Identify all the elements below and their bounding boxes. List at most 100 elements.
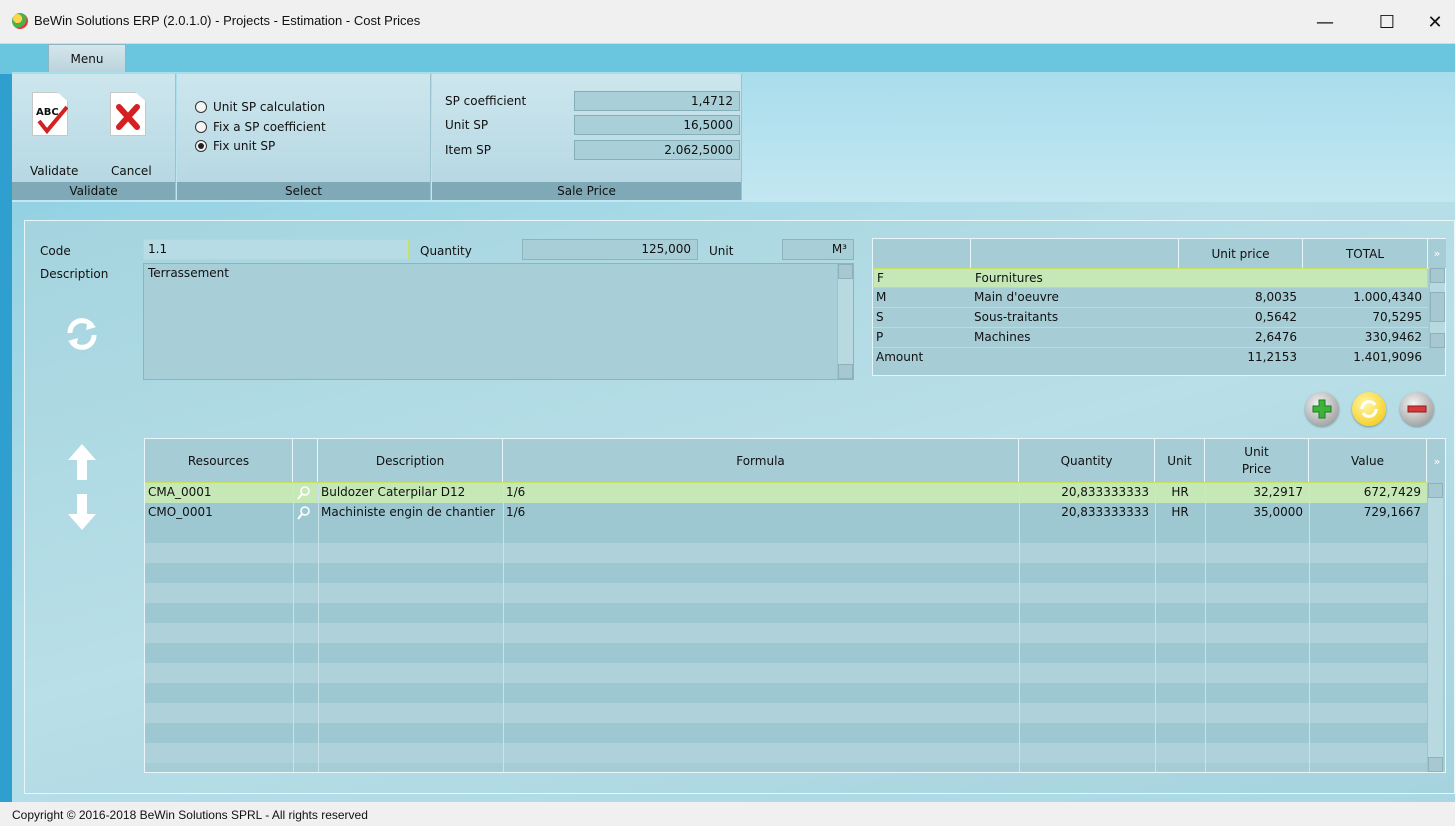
description-textarea[interactable]: Terrassement	[143, 263, 854, 380]
minus-icon	[1407, 405, 1427, 413]
window-title: BeWin Solutions ERP (2.0.1.0) - Projects…	[34, 13, 421, 28]
summary-header-code	[873, 239, 971, 269]
summary-header-total: TOTAL	[1303, 239, 1428, 269]
summary-row-fournitures[interactable]: F Fournitures	[873, 268, 1428, 288]
row-code: M	[876, 290, 887, 304]
radio-label: Unit SP calculation	[213, 100, 326, 114]
resource-row-cma-0001[interactable]: CMA_0001 Buldozer Caterpilar D12 1/6 20,…	[145, 482, 1428, 504]
resource-quantity: 20,833333333	[1061, 485, 1149, 499]
radio-circle[interactable]	[195, 121, 207, 133]
validate-group: ABC Validate Cancel Validate	[12, 74, 176, 200]
col-header-resources[interactable]: Resources	[145, 439, 293, 483]
scroll-up-icon[interactable]	[1430, 268, 1445, 283]
refresh-icon[interactable]	[64, 316, 100, 352]
resource-value: 729,1667	[1363, 505, 1421, 519]
app-logo-icon	[12, 13, 28, 29]
empty-row	[145, 743, 1427, 763]
code-input[interactable]: 1.1	[143, 239, 409, 260]
col-header-formula[interactable]: Formula	[503, 439, 1019, 483]
resource-formula[interactable]: 1/6	[503, 483, 1019, 503]
empty-row	[145, 603, 1427, 623]
col-header-value[interactable]: Value	[1309, 439, 1427, 483]
unit-input[interactable]: M³	[782, 239, 854, 260]
row-name: Sous-traitants	[974, 310, 1059, 324]
item-sp-field[interactable]: 2.062,5000	[574, 140, 740, 160]
summary-row-machines[interactable]: P Machines 2,6476 330,9462	[873, 328, 1428, 348]
col-header-quantity[interactable]: Quantity	[1019, 439, 1155, 483]
amount-unit-price: 11,2153	[1247, 350, 1297, 364]
quantity-input[interactable]: 125,000	[522, 239, 698, 260]
sync-icon	[1360, 400, 1378, 418]
scroll-down-icon[interactable]	[1430, 333, 1445, 348]
description-label: Description	[40, 267, 109, 281]
summary-scrollbar[interactable]	[1429, 268, 1445, 348]
select-group: Unit SP calculation Fix a SP coefficient…	[177, 74, 431, 200]
refresh-rows-button[interactable]	[1352, 392, 1386, 426]
summary-row-main-doeuvre[interactable]: M Main d'oeuvre 8,0035 1.000,4340	[873, 288, 1428, 308]
resource-row-cmo-0001[interactable]: CMO_0001 Machiniste engin de chantier 1/…	[145, 503, 1427, 523]
col-divider	[318, 483, 319, 772]
col-divider	[1205, 483, 1206, 772]
row-total: 1.000,4340	[1353, 290, 1422, 304]
description-scrollbar[interactable]	[837, 264, 853, 379]
resource-unit-price: 32,2917	[1253, 485, 1303, 499]
move-down-arrow-icon[interactable]	[66, 492, 98, 532]
row-total: 70,5295	[1372, 310, 1422, 324]
resource-description: Buldozer Caterpilar D12	[321, 485, 466, 499]
row-unit-price: 0,5642	[1255, 310, 1297, 324]
validate-button[interactable]: ABC Validate	[20, 84, 80, 184]
lookup-magnifier-icon[interactable]	[293, 483, 318, 503]
col-header-description[interactable]: Description	[318, 439, 503, 483]
resource-unit-price: 35,0000	[1253, 505, 1303, 519]
add-button[interactable]	[1305, 392, 1339, 426]
close-button[interactable]: ✕	[1412, 0, 1455, 44]
resource-formula[interactable]: 1/6	[503, 503, 1019, 523]
remove-button[interactable]	[1400, 392, 1434, 426]
col-header-unit-price[interactable]: Unit Price	[1205, 439, 1309, 483]
validate-label: Validate	[30, 164, 79, 178]
radio-label: Fix a SP coefficient	[213, 120, 326, 134]
summary-row-sous-traitants[interactable]: S Sous-traitants 0,5642 70,5295	[873, 308, 1428, 328]
cancel-x-icon	[110, 92, 146, 136]
scroll-down-icon[interactable]	[1428, 757, 1443, 772]
scroll-down-icon[interactable]	[838, 364, 853, 379]
col-divider	[1155, 483, 1156, 772]
minimize-button[interactable]: —	[1302, 0, 1348, 44]
empty-row	[145, 663, 1427, 683]
unit-sp-field[interactable]: 16,5000	[574, 115, 740, 135]
resource-quantity: 20,833333333	[1061, 505, 1149, 519]
move-up-arrow-icon[interactable]	[66, 442, 98, 482]
cancel-label: Cancel	[111, 164, 152, 178]
quantity-label: Quantity	[420, 244, 472, 258]
radio-circle-selected[interactable]	[195, 140, 207, 152]
summary-column-chooser-icon[interactable]: »	[1428, 239, 1446, 269]
radio-unit-sp-calculation[interactable]: Unit SP calculation	[195, 100, 325, 114]
resource-unit: HR	[1171, 485, 1189, 499]
scroll-up-icon[interactable]	[838, 264, 853, 279]
scroll-up-icon[interactable]	[1428, 483, 1443, 498]
sp-coefficient-field[interactable]: 1,4712	[574, 91, 740, 111]
unit-label: Unit	[709, 244, 734, 258]
ribbon-tab-strip	[0, 44, 1455, 74]
radio-label: Fix unit SP	[213, 139, 276, 153]
amount-label: Amount	[876, 350, 924, 364]
radio-fix-sp-coefficient[interactable]: Fix a SP coefficient	[195, 120, 326, 134]
grid-column-chooser-icon[interactable]: »	[1427, 439, 1445, 483]
col-divider	[503, 483, 504, 772]
item-sp-label: Item SP	[445, 143, 491, 157]
empty-row	[145, 583, 1427, 603]
resource-code: CMA_0001	[148, 485, 212, 499]
radio-fix-unit-sp[interactable]: Fix unit SP	[195, 139, 275, 153]
scroll-thumb[interactable]	[1430, 292, 1445, 322]
empty-row	[145, 523, 1427, 543]
cancel-button[interactable]: Cancel	[98, 84, 158, 184]
lookup-magnifier-icon[interactable]	[293, 503, 318, 523]
select-group-label: Select	[177, 182, 430, 200]
menu-tab[interactable]: Menu	[48, 44, 126, 72]
maximize-button[interactable]: ☐	[1364, 0, 1410, 44]
radio-circle[interactable]	[195, 101, 207, 113]
col-divider	[1019, 483, 1020, 772]
row-unit-price	[1180, 269, 1304, 287]
grid-scrollbar[interactable]	[1427, 483, 1443, 772]
col-header-unit[interactable]: Unit	[1155, 439, 1205, 483]
